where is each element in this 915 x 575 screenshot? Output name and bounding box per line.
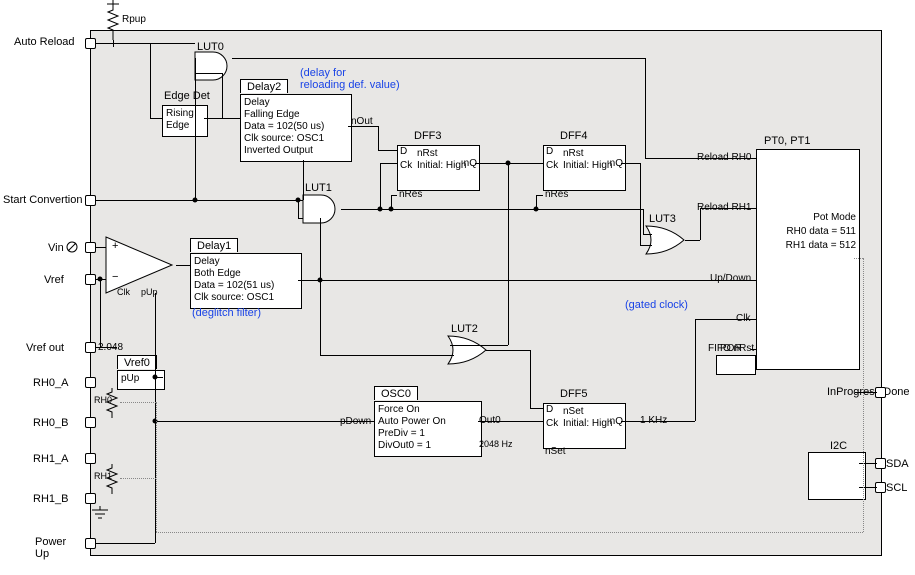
vref0-title: Vref0 [117, 355, 157, 369]
i2c-label: I2C [830, 441, 847, 452]
delay-note2: reloading def. value) [300, 80, 400, 91]
rpup-label: Rpup [122, 15, 146, 25]
delay1-l4: Clk source: OSC1 [194, 292, 298, 304]
pt-ud: Up/Down [710, 274, 751, 284]
dff5-nq: nQ [610, 416, 623, 428]
delay2-l5: Inverted Output [244, 145, 348, 157]
delay1-title: Delay1 [190, 238, 238, 252]
osc0-l1: Force On [378, 404, 478, 416]
lut1-and-icon [303, 195, 341, 223]
dff5-d: D [546, 404, 553, 416]
lut1-label: LUT1 [305, 183, 332, 194]
start-convertion-label: Start Convertion [3, 195, 82, 206]
pt-l3: RH1 data = 512 [786, 240, 856, 252]
vrefout-label: Vref out [26, 343, 64, 354]
dff4-title: DFF4 [560, 131, 588, 142]
delay-note1: (delay for [300, 68, 346, 79]
lut2-or-icon [448, 336, 488, 364]
dff4-nres: nRes [545, 190, 568, 200]
lut3-label: LUT3 [649, 214, 676, 225]
vin-nc-icon [66, 241, 78, 253]
delay2-box: Delay Falling Edge Data = 102(50 us) Clk… [240, 94, 352, 162]
ground-icon [90, 506, 110, 520]
rh0b-label: RH0_B [33, 418, 68, 429]
pt-box: Pot Mode RH0 data = 511 RH1 data = 512 [756, 149, 860, 370]
sda-label: SDA [886, 459, 909, 470]
osc0-l2: Auto Power On [378, 416, 478, 428]
pt-l1: Pot Mode [813, 212, 856, 224]
delay1-l3: Data = 102(51 us) [194, 280, 298, 292]
dff5-box: nSet Initial: High D Ck nQ [543, 403, 626, 449]
edge-det-title: Edge Det [164, 91, 210, 102]
dff5-nset: nSet [545, 447, 566, 457]
delay2-l3: Data = 102(50 us) [244, 121, 348, 133]
delay2-l2: Falling Edge [244, 109, 348, 121]
lut2-label: LUT2 [451, 324, 478, 335]
osc0-title: OSC0 [374, 386, 418, 400]
dff5-ck: Ck [546, 418, 558, 430]
dff4-d: D [546, 146, 553, 158]
delay2-l4: Clk source: OSC1 [244, 133, 348, 145]
rh0-label: RH0 [94, 396, 112, 405]
rh1b-label: RH1_B [33, 494, 68, 505]
vref0-val: 2.048 [98, 343, 123, 353]
dff3-nres: nRes [399, 190, 422, 200]
dff5-title: DFF5 [560, 389, 588, 400]
rh1-label: RH1 [94, 472, 112, 481]
rpup-icon [103, 0, 123, 40]
scl-label: SCL [886, 483, 907, 494]
rh0b-port [85, 417, 96, 428]
edge-det-box: Rising Edge [162, 105, 208, 137]
por-label: POR [720, 344, 742, 354]
rh0a-label: RH0_A [33, 378, 68, 389]
dff4-ck: Ck [546, 160, 558, 172]
delay1-box: Delay Both Edge Data = 102(51 us) Clk so… [190, 253, 302, 309]
pt-title: PT0, PT1 [764, 136, 810, 147]
lut3-or-icon [646, 226, 686, 254]
vref-label: Vref [44, 275, 64, 286]
auto-reload-label: Auto Reload [14, 37, 75, 48]
osc0-box: Force On Auto Power On PreDiv = 1 DivOut… [374, 401, 482, 457]
power-label: Power [35, 537, 66, 548]
rh0a-port [85, 377, 96, 388]
rh1b-port [85, 493, 96, 504]
por-box [716, 355, 756, 375]
dff3-ck: Ck [400, 160, 412, 172]
deglitch-note: (deglitch filter) [192, 308, 261, 319]
comp-clk: Clk [117, 288, 130, 297]
vin-label: Vin [48, 243, 64, 254]
vref0-box: pUp [117, 370, 165, 390]
delay1-l1: Delay [194, 256, 298, 268]
dff4-nq: nQ [610, 158, 623, 170]
dff3-nq: nQ [464, 158, 477, 170]
rh1a-label: RH1_A [33, 454, 68, 465]
osc0-l3: PreDiv = 1 [378, 428, 478, 440]
delay2-title: Delay2 [240, 79, 288, 93]
osc0-pdown: pDown [340, 417, 371, 427]
pt-l2: RH0 data = 511 [786, 226, 856, 238]
dff3-title: DFF3 [414, 131, 442, 142]
osc0-freq: 2048 Hz [479, 440, 513, 449]
up-label: Up [35, 549, 49, 560]
dff3-box: nRst Initial: High D Ck nQ [397, 145, 480, 191]
osc0-l4: DivOut0 = 1 [378, 440, 478, 452]
delay1-l2: Both Edge [194, 268, 298, 280]
dff4-box: nRst Initial: High D Ck nQ [543, 145, 626, 191]
rh1a-port [85, 453, 96, 464]
comp-plus: + [112, 241, 118, 252]
i2c-box [808, 452, 866, 500]
lut0-and-icon [195, 52, 233, 80]
gated-note: (gated clock) [625, 300, 688, 311]
delay2-l1: Delay [244, 97, 348, 109]
dff3-d: D [400, 146, 407, 158]
comp-minus: − [112, 272, 118, 283]
